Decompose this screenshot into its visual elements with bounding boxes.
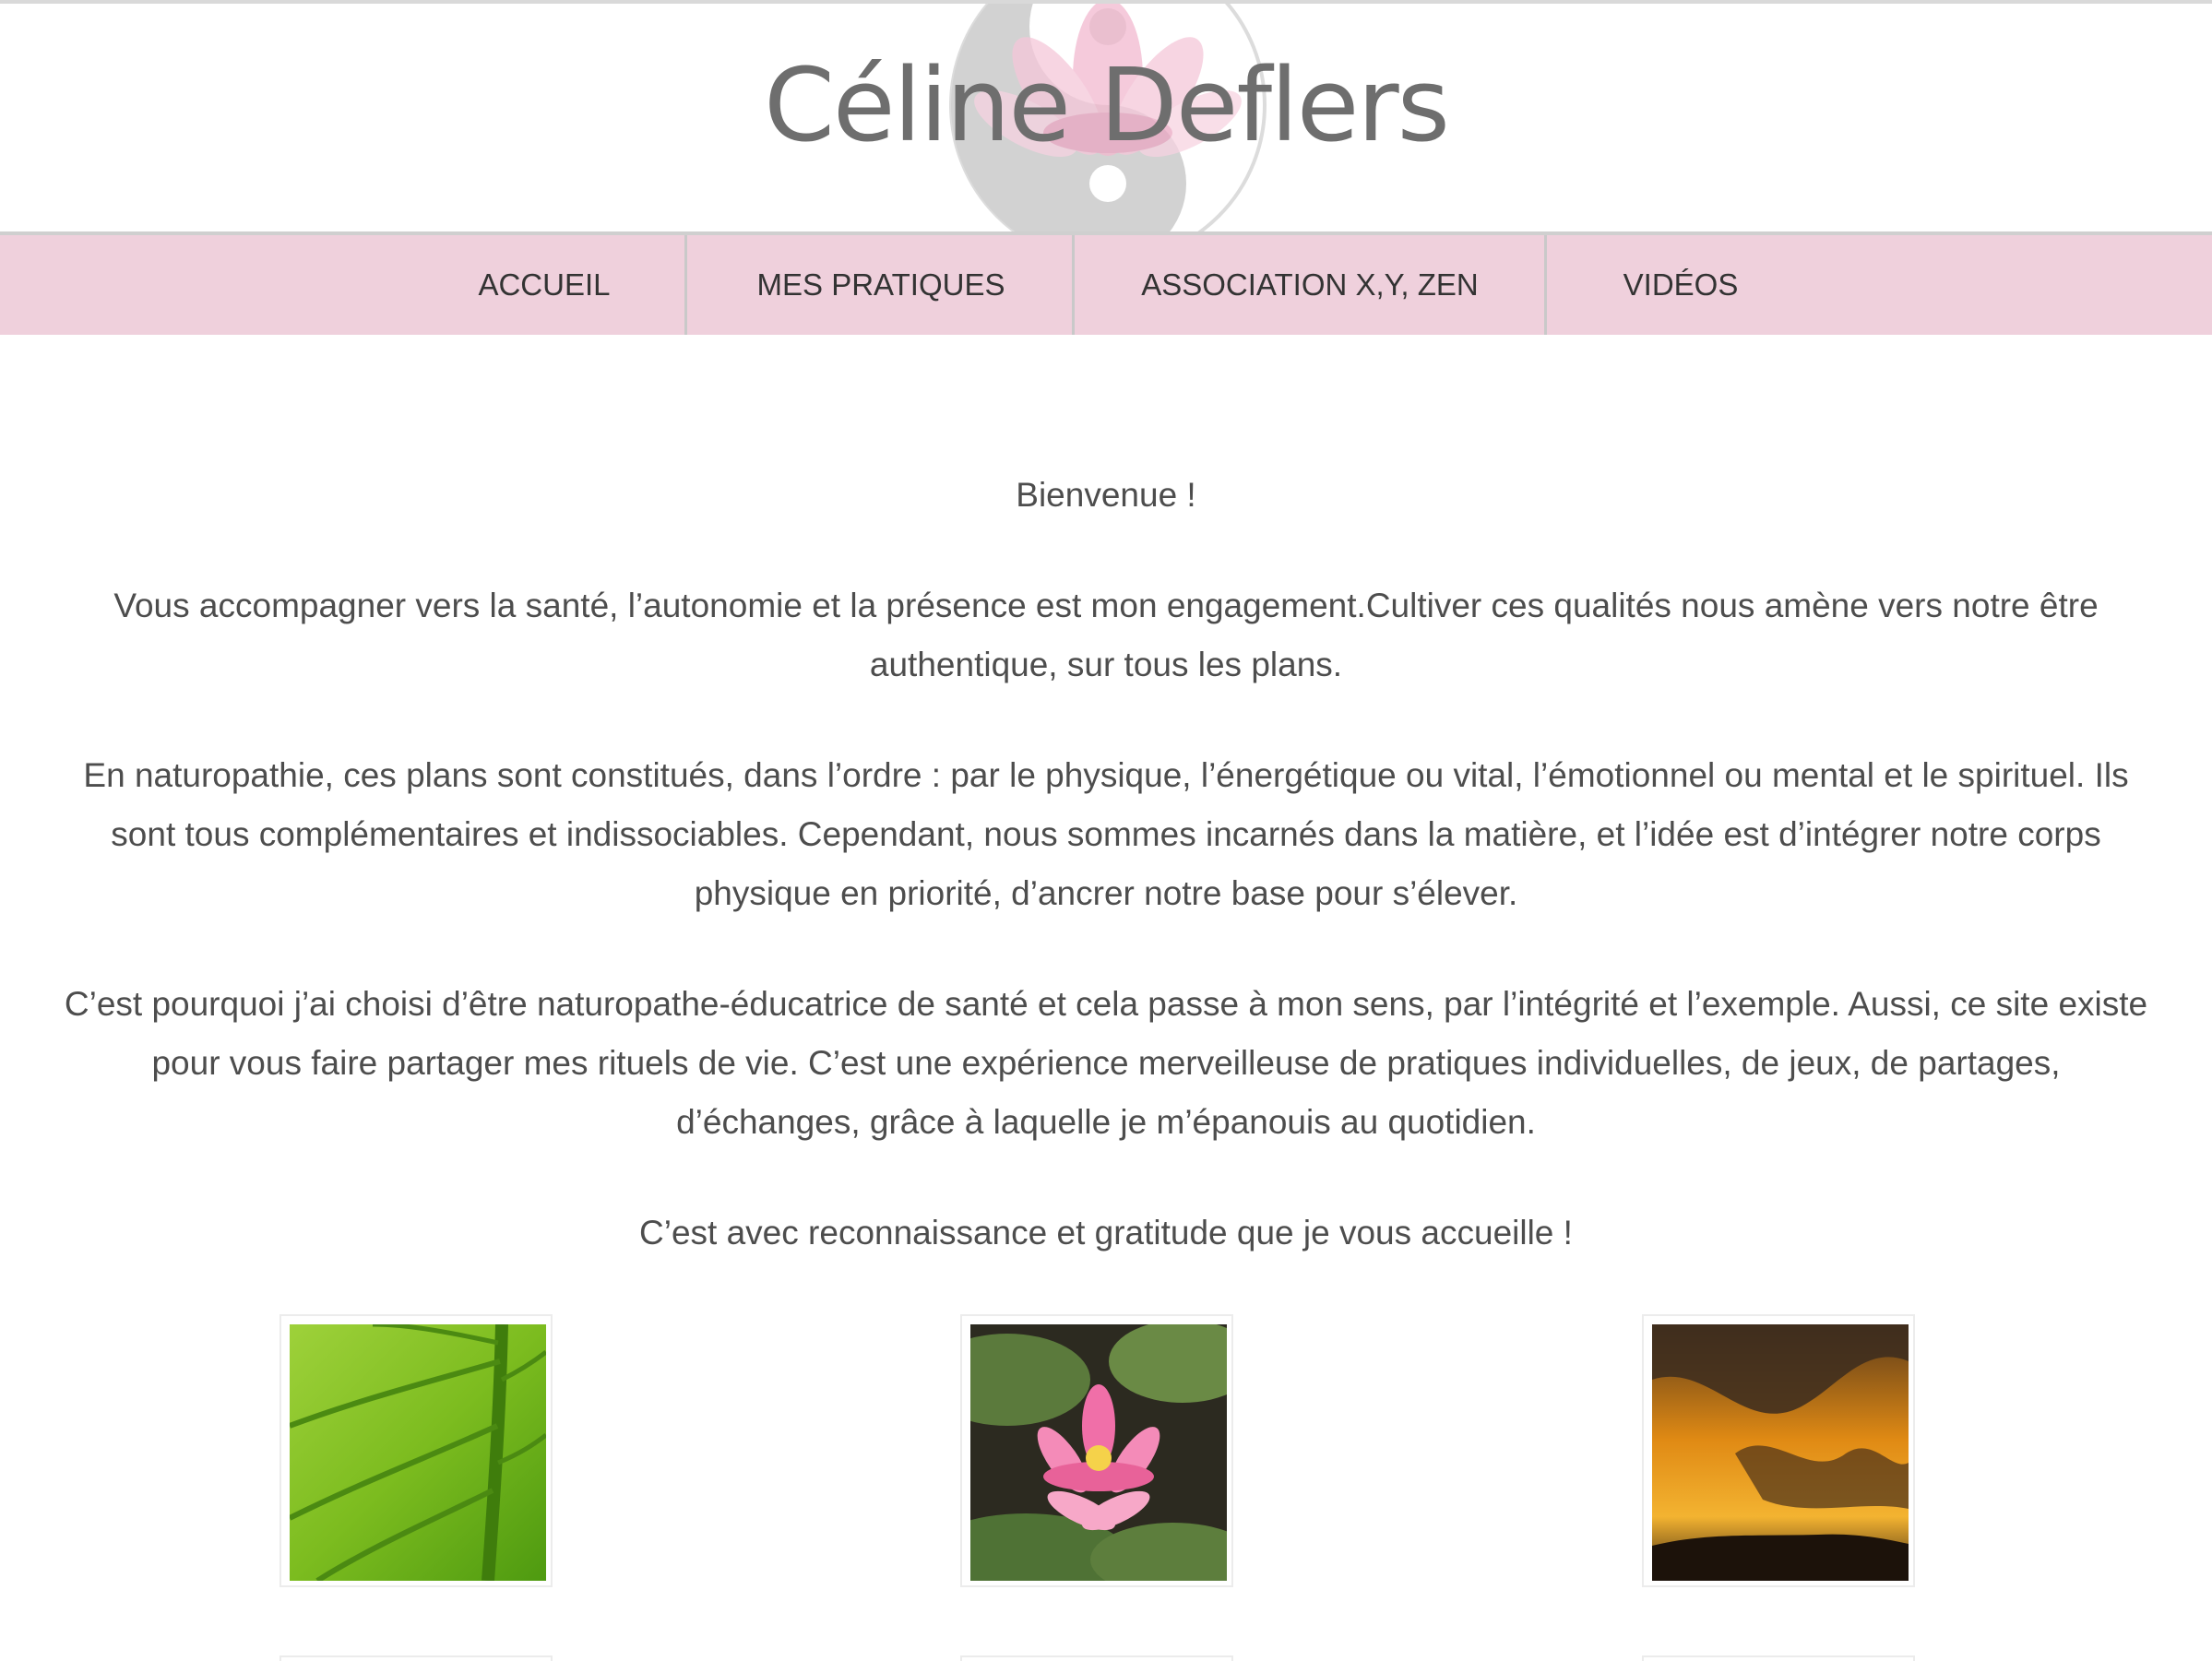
welcome-heading: Bienvenue ! [1016,476,1196,514]
gallery-image-partial[interactable] [960,1655,1233,1661]
sunset-clouds-image [1652,1324,1909,1581]
nav-item-accueil[interactable]: ACCUEIL [443,235,646,335]
site-header: Céline Deflers [0,4,2212,231]
site-title[interactable]: Céline Deflers [0,41,2212,170]
intro-paragraph: Vous accompagner vers la santé, l’autono… [113,587,2099,683]
nav-item-association[interactable]: ASSOCIATION X,Y, ZEN [1075,235,1545,335]
gallery-image-partial[interactable] [279,1655,553,1661]
gallery-image-sunset[interactable] [1642,1314,1915,1587]
gallery-image-leaf[interactable] [279,1314,553,1587]
naturopathy-paragraph: En naturopathie, ces plans sont constitu… [83,756,2129,912]
main-navigation: ACCUEIL MES PRATIQUES ASSOCIATION X,Y, Z… [0,235,2212,335]
nav-item-videos[interactable]: VIDÉOS [1547,235,1814,335]
nav-item-mes-pratiques[interactable]: MES PRATIQUES [687,235,1075,335]
closing-paragraph: C’est avec reconnaissance et gratitude q… [639,1214,1573,1252]
pink-water-lily-image [970,1324,1227,1581]
green-leaf-image [290,1324,546,1581]
gallery-image-lotus[interactable] [960,1314,1233,1587]
mission-paragraph: C’est pourquoi j’ai choisi d’être naturo… [64,985,2148,1141]
gallery-image-partial[interactable] [1642,1655,1915,1661]
